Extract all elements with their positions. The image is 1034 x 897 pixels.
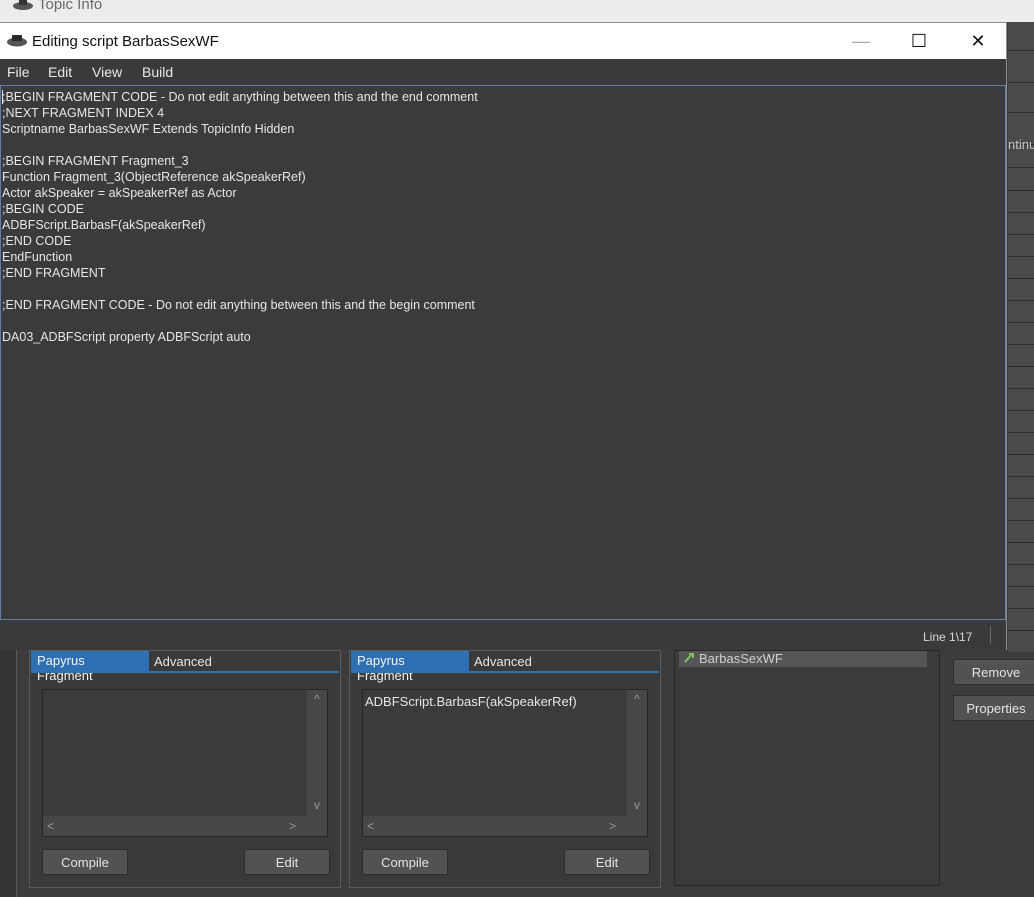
fragment-text-area[interactable]: ^ v < > bbox=[42, 689, 328, 837]
tab-advanced[interactable]: Advanced bbox=[150, 651, 216, 671]
code-line: ;END CODE bbox=[2, 234, 72, 248]
code-line: ;END FRAGMENT bbox=[2, 266, 106, 280]
scroll-left-icon[interactable]: < bbox=[367, 819, 374, 833]
compile-button[interactable]: Compile bbox=[362, 849, 448, 875]
app-icon bbox=[7, 35, 27, 47]
remove-button[interactable]: Remove bbox=[953, 659, 1034, 685]
maximize-icon[interactable]: ☐ bbox=[896, 23, 942, 59]
minimize-icon[interactable]: — bbox=[838, 23, 884, 59]
edit-button[interactable]: Edit bbox=[564, 849, 650, 875]
parent-window-title: Topic Info bbox=[38, 0, 103, 13]
vertical-scrollbar[interactable]: ^ v bbox=[307, 690, 327, 816]
edit-button[interactable]: Edit bbox=[244, 849, 330, 875]
code-line: ;END FRAGMENT CODE - Do not edit anythin… bbox=[2, 298, 475, 312]
menu-bar: File Edit View Build bbox=[0, 59, 1006, 85]
menu-edit[interactable]: Edit bbox=[48, 64, 72, 80]
menu-build[interactable]: Build bbox=[142, 64, 173, 80]
window-title: Editing script BarbasSexWF bbox=[32, 33, 219, 50]
parent-left-edge bbox=[0, 650, 17, 897]
parent-column-label: ntinu bbox=[1008, 137, 1034, 152]
status-bar: Line 1\17 bbox=[0, 620, 1006, 650]
parent-titlebar bbox=[0, 0, 1034, 22]
code-line: ;BEGIN CODE bbox=[2, 202, 84, 216]
line-position: Line 1\17 bbox=[923, 630, 973, 644]
editor-titlebar: Editing script BarbasSexWF — ☐ ✕ bbox=[0, 23, 1006, 59]
vertical-scrollbar[interactable]: ^ v bbox=[627, 690, 647, 816]
scroll-up-icon[interactable]: ^ bbox=[627, 692, 647, 706]
script-icon bbox=[684, 653, 694, 663]
scripts-list[interactable]: BarbasSexWF bbox=[674, 650, 940, 886]
scroll-right-icon[interactable]: > bbox=[609, 819, 616, 833]
scroll-right-icon[interactable]: > bbox=[289, 819, 296, 833]
list-item-label: BarbasSexWF bbox=[699, 651, 783, 666]
fragment-panel-2: Papyrus Fragment Advanced ADBFScript.Bar… bbox=[349, 650, 661, 888]
scroll-up-icon[interactable]: ^ bbox=[307, 692, 327, 706]
close-icon[interactable]: ✕ bbox=[955, 23, 1001, 59]
fragment-text-area[interactable]: ADBFScript.BarbasF(akSpeakerRef) ^ v < > bbox=[362, 689, 648, 837]
properties-button[interactable]: Properties bbox=[953, 695, 1034, 721]
tab-underline bbox=[351, 671, 659, 673]
horizontal-scrollbar[interactable]: < > bbox=[363, 816, 647, 836]
code-line: ;NEXT FRAGMENT INDEX 4 bbox=[2, 106, 165, 120]
menu-file[interactable]: File bbox=[7, 64, 30, 80]
scroll-down-icon[interactable]: v bbox=[627, 798, 647, 812]
code-editor[interactable]: ;BEGIN FRAGMENT CODE - Do not edit anyth… bbox=[0, 85, 1006, 620]
code-line: Scriptname BarbasSexWF Extends TopicInfo… bbox=[2, 122, 295, 136]
code-line: ;BEGIN FRAGMENT Fragment_3 bbox=[2, 154, 189, 168]
fragment-text: ADBFScript.BarbasF(akSpeakerRef) bbox=[365, 694, 577, 709]
code-line: Function Fragment_3(ObjectReference akSp… bbox=[2, 170, 306, 184]
tab-underline bbox=[31, 671, 339, 673]
code-line: ;BEGIN FRAGMENT CODE - Do not edit anyth… bbox=[2, 90, 478, 104]
script-editor-window: Editing script BarbasSexWF — ☐ ✕ File Ed… bbox=[0, 22, 1007, 650]
code-line: Actor akSpeaker = akSpeakerRef as Actor bbox=[2, 186, 237, 200]
code-line: ADBFScript.BarbasF(akSpeakerRef) bbox=[2, 218, 206, 232]
tab-advanced[interactable]: Advanced bbox=[470, 651, 536, 671]
scroll-left-icon[interactable]: < bbox=[47, 819, 54, 833]
parent-right-list-strip bbox=[1008, 22, 1034, 652]
menu-view[interactable]: View bbox=[92, 64, 122, 80]
fragment-panel-1: Papyrus Fragment Advanced ^ v < > Compil… bbox=[29, 650, 341, 888]
compile-button[interactable]: Compile bbox=[42, 849, 128, 875]
horizontal-scrollbar[interactable]: < > bbox=[43, 816, 327, 836]
list-item[interactable]: BarbasSexWF bbox=[679, 651, 927, 667]
code-line: EndFunction bbox=[2, 250, 73, 264]
status-divider bbox=[990, 626, 991, 644]
code-line: DA03_ADBFScript property ADBFScript auto bbox=[2, 330, 251, 344]
tab-papyrus-fragment[interactable]: Papyrus Fragment bbox=[31, 651, 149, 683]
scroll-down-icon[interactable]: v bbox=[307, 798, 327, 812]
app-icon bbox=[13, 0, 33, 10]
tab-papyrus-fragment[interactable]: Papyrus Fragment bbox=[351, 651, 469, 683]
